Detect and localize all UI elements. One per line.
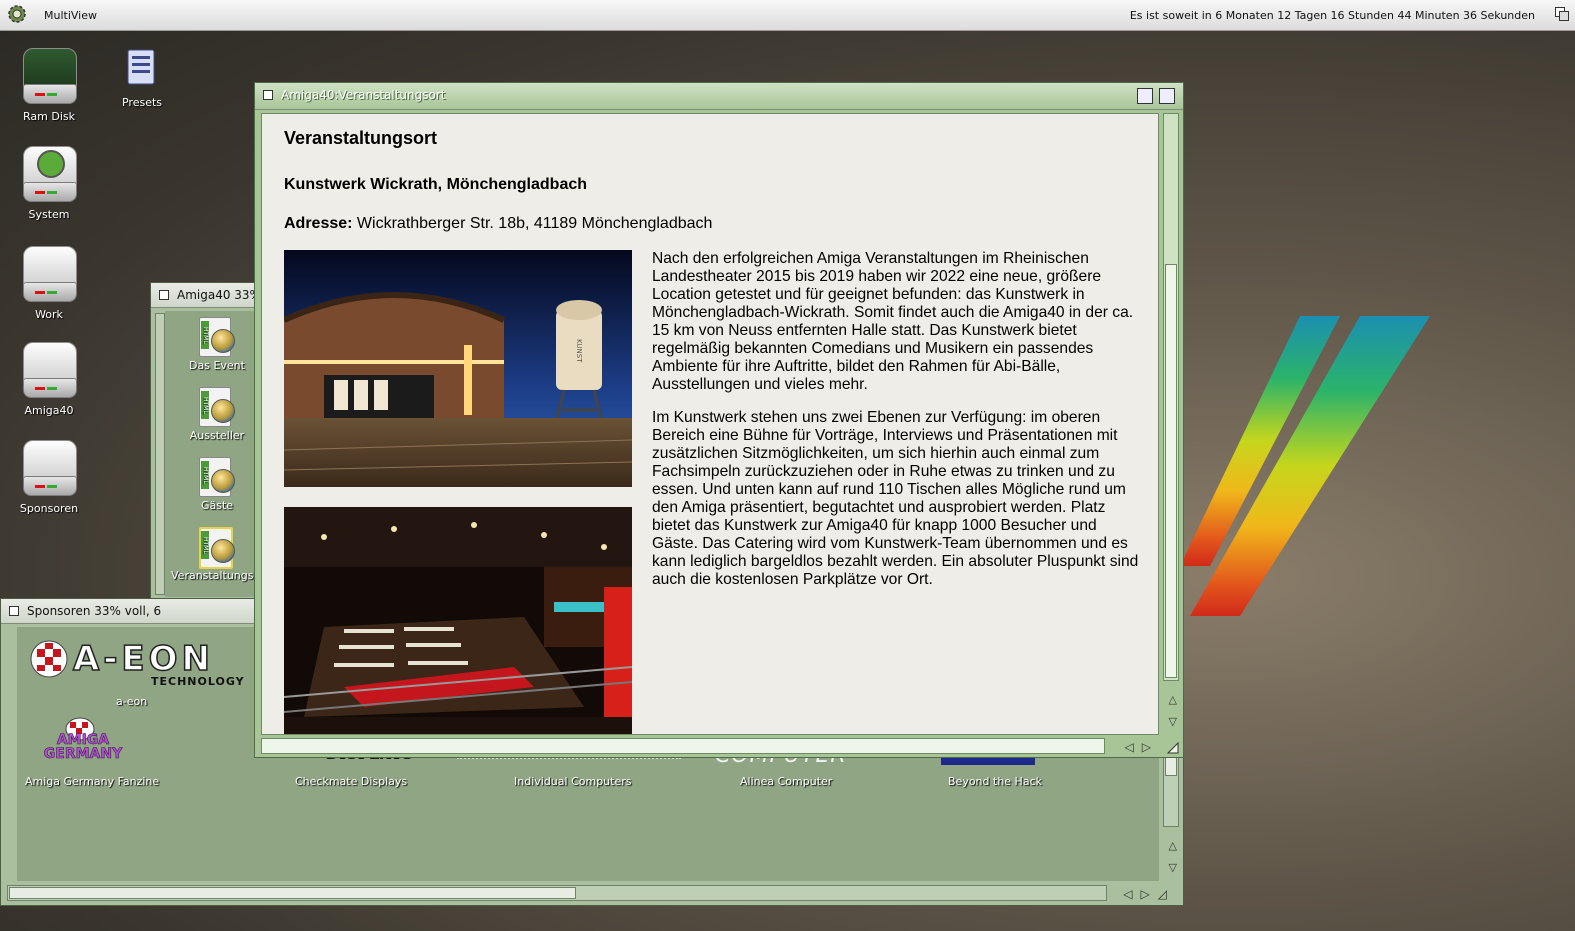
- html-document-icon: HTML: [197, 317, 237, 357]
- beyond-the-hack-label: Beyond the Hack: [948, 775, 1042, 788]
- individual-computers-label: Individual Computers: [514, 775, 632, 788]
- presets-label: Presets: [121, 96, 163, 109]
- address-value: Wickrathberger Str. 18b, 41189 Mönchengl…: [352, 215, 713, 232]
- beyond-the-hack-logo-fragment[interactable]: [941, 757, 1035, 765]
- countdown-clock: Es ist soweit in 6 Monaten 12 Tagen 16 S…: [1129, 9, 1535, 22]
- aussteller-html-icon[interactable]: HTML Aussteller: [171, 387, 263, 442]
- ram-chip-icon: [23, 48, 77, 106]
- sponsoren-horizontal-scroll-thumb[interactable]: [9, 887, 576, 899]
- drawer-vertical-scrollbar[interactable]: [155, 313, 165, 595]
- rainbow-stripes-decoration: [1180, 316, 1430, 616]
- amiga-germany-label: Amiga Germany Fanzine: [25, 775, 160, 788]
- scroll-left-arrow-icon[interactable]: ◁: [1125, 740, 1142, 754]
- venue-interior-photo: [284, 507, 632, 734]
- resize-gadget-icon[interactable]: ◿: [1158, 887, 1175, 901]
- system-drive-icon: [23, 146, 77, 204]
- silo-text: KUNST: [575, 339, 583, 363]
- multiview-title: Amiga40:Veranstaltungsort: [281, 88, 446, 102]
- sponsoren-close-gadget[interactable]: [9, 606, 19, 616]
- multiview-window[interactable]: Amiga40:Veranstaltungsort Veranstaltungs…: [254, 82, 1184, 758]
- html-document-icon: HTML: [197, 527, 237, 569]
- multiview-vertical-arrows[interactable]: △ ▽: [1169, 689, 1177, 733]
- presets-drawer-icon: [127, 49, 155, 85]
- sponsoren-drive-icon: [23, 440, 77, 498]
- venue-paragraph-1: Nach den erfolgreichen Amiga Veranstaltu…: [652, 250, 1134, 393]
- system-icon[interactable]: System: [4, 146, 94, 221]
- workbench-gear-icon[interactable]: [6, 3, 28, 25]
- veranstaltungsort-html-icon[interactable]: HTML Veranstaltungsort: [171, 527, 269, 582]
- multiview-close-gadget[interactable]: [263, 90, 273, 100]
- checkmate-label: Checkmate Displays: [295, 775, 408, 788]
- multiview-horizontal-arrows[interactable]: ◁▷: [1125, 740, 1159, 754]
- amiga-germany-sponsor-icon[interactable]: AMIGA GERMANY: [31, 717, 135, 767]
- system-label: System: [28, 208, 70, 221]
- aeon-logo-sub: TECHNOLOGY: [151, 675, 245, 688]
- venue-exterior-photo: KUNST: [284, 250, 632, 487]
- scroll-down-arrow-icon[interactable]: ▽: [1169, 711, 1177, 733]
- html-document-icon: HTML: [197, 387, 237, 427]
- screen-title-bar: MultiView Es ist soweit in 6 Monaten 12 …: [0, 0, 1575, 31]
- aussteller-label: Aussteller: [189, 429, 245, 442]
- venue-subheading: Kunstwerk Wickrath, Mönchengladbach: [284, 176, 588, 193]
- presets-icon[interactable]: Presets: [97, 48, 187, 109]
- gaeste-label: Gäste: [200, 499, 234, 512]
- drawer-title: Amiga40 33%: [177, 288, 261, 302]
- drawer-close-gadget[interactable]: [159, 290, 169, 300]
- drawer-title-bar[interactable]: Amiga40 33%: [151, 283, 261, 308]
- multiview-title-bar[interactable]: Amiga40:Veranstaltungsort: [255, 83, 1183, 110]
- sponsoren-horizontal-arrows[interactable]: ◁▷◿: [1123, 887, 1175, 901]
- gaeste-html-icon[interactable]: HTML Gäste: [171, 457, 263, 512]
- address-label: Adresse:: [284, 215, 353, 232]
- scroll-up-arrow-icon[interactable]: △: [1169, 689, 1177, 711]
- boing-ball-icon: [30, 640, 68, 678]
- multiview-horizontal-scrollbar[interactable]: [261, 738, 1105, 754]
- sponsoren-vertical-arrows[interactable]: △ ▽: [1169, 835, 1177, 879]
- amiga40-drive-icon: [23, 342, 77, 400]
- amiga40-icon[interactable]: Amiga40: [4, 342, 94, 417]
- scroll-left-arrow-icon[interactable]: ◁: [1123, 887, 1140, 901]
- address-line: Adresse: Wickrathberger Str. 18b, 41189 …: [284, 215, 712, 233]
- scroll-right-arrow-icon[interactable]: ▷: [1141, 887, 1158, 901]
- ram-disk-label: Ram Disk: [23, 110, 75, 123]
- scroll-down-arrow-icon[interactable]: ▽: [1169, 857, 1177, 879]
- html-document-icon: HTML: [197, 457, 237, 497]
- screen-depth-icon[interactable]: [1555, 7, 1569, 21]
- resize-gadget-icon[interactable]: [1167, 742, 1179, 754]
- aeon-label: a-eon: [116, 695, 148, 708]
- amiga40-drawer-window[interactable]: Amiga40 33% HTML Das Event HTML Ausstell…: [150, 282, 269, 620]
- scroll-right-arrow-icon[interactable]: ▷: [1142, 740, 1159, 754]
- amiga40-label: Amiga40: [24, 404, 74, 417]
- aeon-logo-text: A-EON: [72, 638, 215, 680]
- work-drive-icon: [23, 246, 77, 304]
- zoom-gadget-icon[interactable]: [1137, 88, 1153, 104]
- page-heading: Veranstaltungsort: [284, 128, 438, 148]
- screen-title: MultiView: [44, 9, 97, 22]
- multiview-vertical-scrollbar[interactable]: [1163, 113, 1179, 681]
- sponsoren-horizontal-scrollbar[interactable]: [7, 885, 1107, 901]
- work-icon[interactable]: Work: [4, 246, 94, 321]
- venue-paragraph-2: Im Kunstwerk stehen uns zwei Ebenen zur …: [652, 409, 1139, 588]
- depth-gadget-icon[interactable]: [1159, 88, 1175, 104]
- sponsoren-label: Sponsoren: [19, 502, 79, 515]
- multiview-vertical-scroll-thumb[interactable]: [1165, 264, 1177, 678]
- sponsoren-title: Sponsoren 33% voll, 6: [27, 604, 162, 618]
- sponsoren-icon[interactable]: Sponsoren: [4, 440, 94, 515]
- alinea-label: Alinea Computer: [740, 775, 833, 788]
- scroll-up-arrow-icon[interactable]: △: [1169, 835, 1177, 857]
- ram-disk-icon[interactable]: Ram Disk: [4, 48, 94, 123]
- das-event-html-icon[interactable]: HTML Das Event: [171, 317, 263, 372]
- work-label: Work: [35, 308, 63, 321]
- amiga-germany-logo-text: AMIGA GERMANY: [43, 732, 123, 762]
- das-event-label: Das Event: [189, 359, 245, 372]
- document-content: Veranstaltungsort Kunstwerk Wickrath, Mö…: [261, 113, 1159, 735]
